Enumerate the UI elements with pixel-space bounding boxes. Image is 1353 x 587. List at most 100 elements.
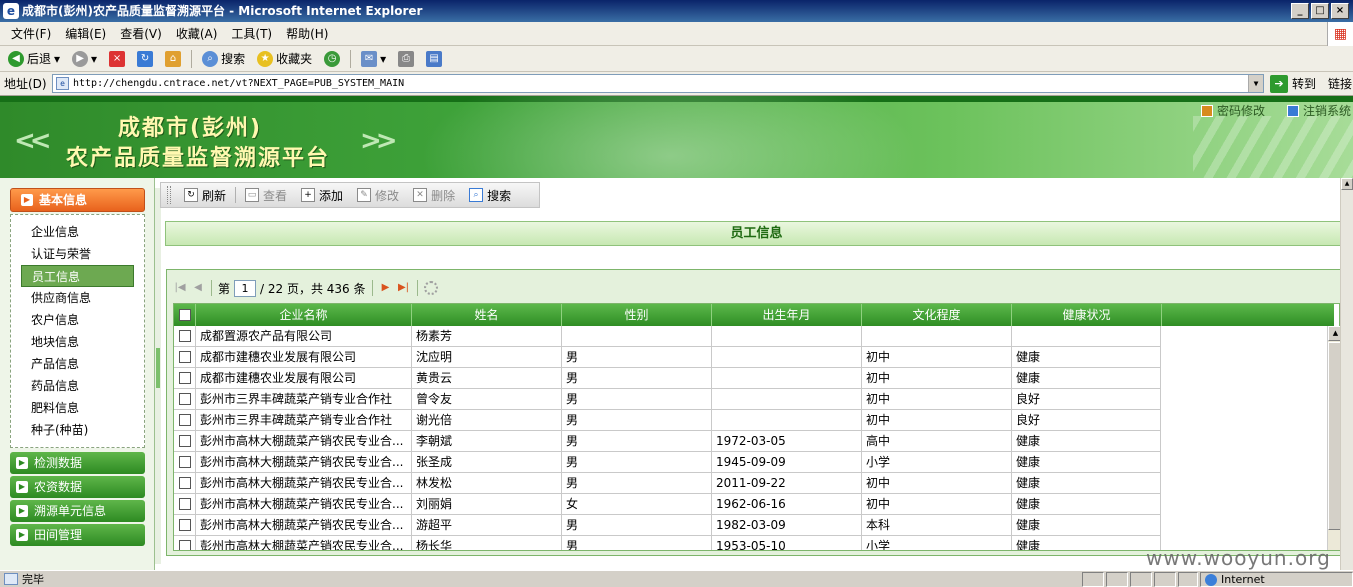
row-checkbox[interactable]	[174, 347, 196, 367]
table-row[interactable]: 成都市建穗农业发展有限公司 沈应明男 初中 健康	[174, 347, 1161, 368]
row-checkbox[interactable]	[174, 410, 196, 430]
back-button[interactable]: ◀ 后退 ▾	[4, 50, 64, 67]
sidebar-section-inspection[interactable]: ▶ 检测数据	[10, 452, 145, 474]
stop-button[interactable]: ×	[105, 50, 129, 67]
sidebar-item-certification[interactable]: 认证与荣誉	[11, 243, 144, 265]
cell-birthdate	[712, 326, 862, 346]
favorites-button[interactable]: ★ 收藏夹	[253, 50, 316, 67]
table-row[interactable]: 成都市建穗农业发展有限公司 黄贵云男 初中 健康	[174, 368, 1161, 389]
row-checkbox[interactable]	[174, 452, 196, 472]
table-row[interactable]: 彭州市高林大棚蔬菜产销农民专业合... 林发松男 2011-09-22 初中 健康	[174, 473, 1161, 494]
cell-company: 成都市建穗农业发展有限公司	[196, 347, 412, 367]
row-checkbox[interactable]	[174, 431, 196, 451]
scroll-up-icon[interactable]: ▲	[1341, 178, 1353, 190]
sidebar-item-products[interactable]: 产品信息	[11, 353, 144, 375]
cell-gender: 男	[562, 389, 712, 409]
search-records-button[interactable]: ⌕ 搜索	[462, 187, 518, 204]
splitter-handle[interactable]	[156, 348, 160, 388]
sidebar-item-farmers[interactable]: 农户信息	[11, 309, 144, 331]
table-row[interactable]: 彭州市三界丰碑蔬菜产销专业合作社 谢光倍男 初中 良好	[174, 410, 1161, 431]
page-scrollbar[interactable]: ▲	[1340, 178, 1353, 570]
cell-education	[862, 326, 1012, 346]
edit-page-button[interactable]: ▤	[422, 50, 446, 67]
address-input[interactable]: e http://chengdu.cntrace.net/vt?NEXT_PAG…	[52, 74, 1264, 93]
logout-link[interactable]: 注销系统	[1286, 102, 1351, 119]
chevron-right-icon: ▶	[16, 529, 28, 541]
table-row[interactable]: 彭州市高林大棚蔬菜产销农民专业合... 游超平男 1982-03-09 本科 健康	[174, 515, 1161, 536]
table-row[interactable]: 彭州市三界丰碑蔬菜产销专业合作社 曾令友男 初中 良好	[174, 389, 1161, 410]
refresh-button[interactable]: ↻ 刷新	[177, 187, 233, 204]
sidebar-item-seeds[interactable]: 种子(种苗)	[11, 419, 144, 441]
sidebar-section-label: 农资数据	[34, 480, 83, 494]
row-checkbox[interactable]	[174, 389, 196, 409]
sidebar-section-trace-units[interactable]: ▶ 溯源单元信息	[10, 500, 145, 522]
menu-file[interactable]: 文件(F)	[4, 25, 58, 42]
select-all-checkbox[interactable]	[174, 304, 196, 326]
table-row[interactable]: 彭州市高林大棚蔬菜产销农民专业合... 刘丽娟女 1962-06-16 初中 健康	[174, 494, 1161, 515]
menu-help[interactable]: 帮助(H)	[279, 25, 335, 42]
site-title-line1: 成都市(彭州)	[118, 116, 263, 141]
first-page-icon[interactable]: |◀	[173, 281, 187, 295]
go-button[interactable]: ➔ 转到	[1270, 74, 1316, 93]
page-number-input[interactable]: 1	[234, 279, 257, 297]
delete-button[interactable]: ✕ 删除	[406, 187, 462, 204]
home-button[interactable]: ⌂	[161, 50, 185, 67]
change-password-link[interactable]: 密码修改	[1200, 102, 1265, 119]
add-button[interactable]: + 添加	[294, 187, 350, 204]
page-icon: e	[56, 77, 69, 90]
sidebar-section-basic-info[interactable]: ▶ 基本信息	[10, 188, 145, 212]
sidebar-section-farm-supplies[interactable]: ▶ 农资数据	[10, 476, 145, 498]
address-dropdown-icon[interactable]: ▼	[1248, 75, 1263, 92]
table-row[interactable]: 彭州市高林大棚蔬菜产销农民专业合... 杨长华男 1953-05-10 小学 健康	[174, 536, 1161, 550]
sidebar-item-plots[interactable]: 地块信息	[11, 331, 144, 353]
sidebar-item-fertilizers[interactable]: 肥料信息	[11, 397, 144, 419]
column-header-birthdate[interactable]: 出生年月	[712, 304, 862, 326]
forward-button[interactable]: ▶ ▾	[68, 50, 101, 67]
menu-tools[interactable]: 工具(T)	[224, 25, 279, 42]
column-header-name[interactable]: 姓名	[412, 304, 562, 326]
row-checkbox[interactable]	[174, 494, 196, 514]
table-row[interactable]: 成都置源农产品有限公司 杨素芳	[174, 326, 1161, 347]
print-button[interactable]: ⎙	[394, 50, 418, 67]
loading-spinner-icon[interactable]	[423, 281, 438, 295]
links-button[interactable]: 链接	[1328, 75, 1352, 92]
prev-page-icon[interactable]: ◀	[191, 281, 205, 295]
cell-birthdate: 1962-06-16	[712, 494, 862, 514]
row-checkbox[interactable]	[174, 326, 196, 346]
maximize-button[interactable]: □	[1311, 3, 1329, 19]
search-button[interactable]: ⌕ 搜索	[198, 50, 249, 67]
row-checkbox[interactable]	[174, 368, 196, 388]
sidebar-item-pesticides[interactable]: 药品信息	[11, 375, 144, 397]
menu-edit[interactable]: 编辑(E)	[58, 25, 113, 42]
table-row[interactable]: 彭州市高林大棚蔬菜产销农民专业合... 李朝斌男 1972-03-05 高中 健康	[174, 431, 1161, 452]
menu-view[interactable]: 查看(V)	[113, 25, 169, 42]
column-header-company[interactable]: 企业名称	[196, 304, 412, 326]
view-button[interactable]: ▭ 查看	[238, 187, 294, 204]
cell-name: 林发松	[412, 473, 562, 493]
mail-button[interactable]: ✉ ▾	[357, 50, 390, 67]
sidebar-splitter[interactable]	[155, 188, 161, 564]
column-header-gender[interactable]: 性别	[562, 304, 712, 326]
history-button[interactable]: ◷	[320, 50, 344, 67]
minimize-button[interactable]: _	[1291, 3, 1309, 19]
globe-icon	[1205, 573, 1217, 586]
menu-favorites[interactable]: 收藏(A)	[169, 25, 225, 42]
refresh-page-button[interactable]: ↻	[133, 50, 157, 67]
last-page-icon[interactable]: ▶|	[397, 281, 411, 295]
close-button[interactable]: ×	[1331, 3, 1349, 19]
next-page-icon[interactable]: ▶	[379, 281, 393, 295]
column-header-education[interactable]: 文化程度	[862, 304, 1012, 326]
table-row[interactable]: 彭州市高林大棚蔬菜产销农民专业合... 张圣成男 1945-09-09 小学 健康	[174, 452, 1161, 473]
row-checkbox[interactable]	[174, 536, 196, 550]
sidebar-item-company[interactable]: 企业信息	[11, 221, 144, 243]
cell-health: 健康	[1012, 431, 1161, 451]
sidebar-section-field-management[interactable]: ▶ 田间管理	[10, 524, 145, 546]
column-header-health[interactable]: 健康状况	[1012, 304, 1162, 326]
status-pane	[1154, 572, 1176, 587]
row-checkbox[interactable]	[174, 515, 196, 535]
pager-prefix: 第	[218, 281, 231, 296]
sidebar-item-suppliers[interactable]: 供应商信息	[11, 287, 144, 309]
edit-button[interactable]: ✎ 修改	[350, 187, 406, 204]
row-checkbox[interactable]	[174, 473, 196, 493]
sidebar-item-employees[interactable]: 员工信息	[21, 265, 134, 287]
